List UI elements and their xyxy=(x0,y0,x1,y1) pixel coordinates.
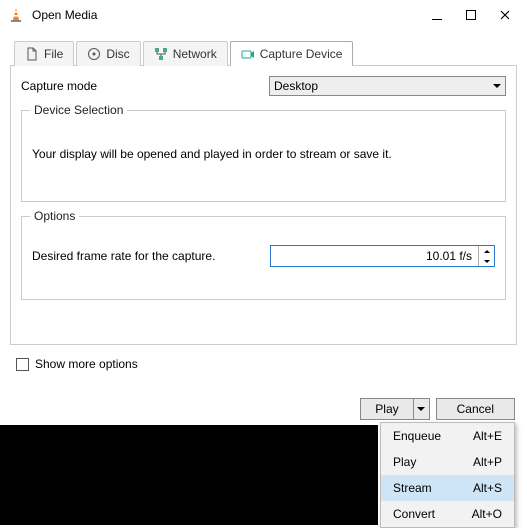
tab-label: File xyxy=(44,47,63,61)
device-selection-hint: Your display will be opened and played i… xyxy=(32,147,495,161)
menu-item-accel: Alt+E xyxy=(473,429,502,443)
capture-mode-label: Capture mode xyxy=(21,79,269,93)
minimize-button[interactable] xyxy=(429,7,445,23)
play-button-label: Play xyxy=(361,399,412,419)
fps-value: 10.01 f/s xyxy=(271,246,478,266)
tab-file[interactable]: File xyxy=(14,41,74,66)
menu-item-accel: Alt+O xyxy=(472,507,502,521)
capture-icon xyxy=(241,47,255,61)
play-split-button[interactable]: Play xyxy=(360,398,429,420)
menu-play[interactable]: Play Alt+P xyxy=(381,449,514,475)
group-legend: Device Selection xyxy=(30,103,127,117)
menu-stream[interactable]: Stream Alt+S xyxy=(381,475,514,501)
spin-up-icon[interactable] xyxy=(479,246,494,256)
disc-icon xyxy=(87,47,101,61)
checkbox-icon[interactable] xyxy=(16,358,29,371)
close-button[interactable] xyxy=(497,7,513,23)
fps-label: Desired frame rate for the capture. xyxy=(32,249,270,263)
fps-spinner[interactable]: 10.01 f/s xyxy=(270,245,495,267)
vlc-icon xyxy=(8,7,24,23)
spin-down-icon[interactable] xyxy=(479,256,494,266)
tab-label: Capture Device xyxy=(260,47,343,61)
play-dropdown-menu: Enqueue Alt+E Play Alt+P Stream Alt+S Co… xyxy=(380,422,515,528)
device-selection-group: Device Selection Your display will be op… xyxy=(21,110,506,202)
menu-item-label: Play xyxy=(393,455,416,469)
tab-capture-device[interactable]: Capture Device xyxy=(230,41,354,66)
cancel-label: Cancel xyxy=(457,402,494,416)
file-icon xyxy=(25,47,39,61)
maximize-button[interactable] xyxy=(463,7,479,23)
chevron-down-icon xyxy=(493,84,501,88)
network-icon xyxy=(154,47,168,61)
window-title: Open Media xyxy=(32,8,429,22)
title-bar: Open Media xyxy=(0,0,527,30)
menu-item-label: Enqueue xyxy=(393,429,441,443)
menu-item-label: Stream xyxy=(393,481,432,495)
tab-network[interactable]: Network xyxy=(143,41,228,66)
play-dropdown-toggle[interactable] xyxy=(413,399,429,419)
menu-enqueue[interactable]: Enqueue Alt+E xyxy=(381,423,514,449)
show-more-options[interactable]: Show more options xyxy=(16,357,511,371)
tab-disc[interactable]: Disc xyxy=(76,41,140,66)
group-legend: Options xyxy=(30,209,79,223)
options-group: Options Desired frame rate for the captu… xyxy=(21,216,506,300)
menu-item-accel: Alt+S xyxy=(473,481,502,495)
menu-item-label: Convert xyxy=(393,507,435,521)
tab-label: Network xyxy=(173,47,217,61)
show-more-label: Show more options xyxy=(35,357,138,371)
tab-label: Disc xyxy=(106,47,129,61)
combo-value: Desktop xyxy=(274,79,318,93)
background-strip xyxy=(0,425,378,525)
tab-bar: File Disc Network Capture Device xyxy=(10,40,517,66)
tab-panel-capture: Capture mode Desktop Device Selection Yo… xyxy=(10,66,517,345)
menu-convert[interactable]: Convert Alt+O xyxy=(381,501,514,527)
capture-mode-combo[interactable]: Desktop xyxy=(269,76,506,96)
cancel-button[interactable]: Cancel xyxy=(436,398,515,420)
menu-item-accel: Alt+P xyxy=(473,455,502,469)
